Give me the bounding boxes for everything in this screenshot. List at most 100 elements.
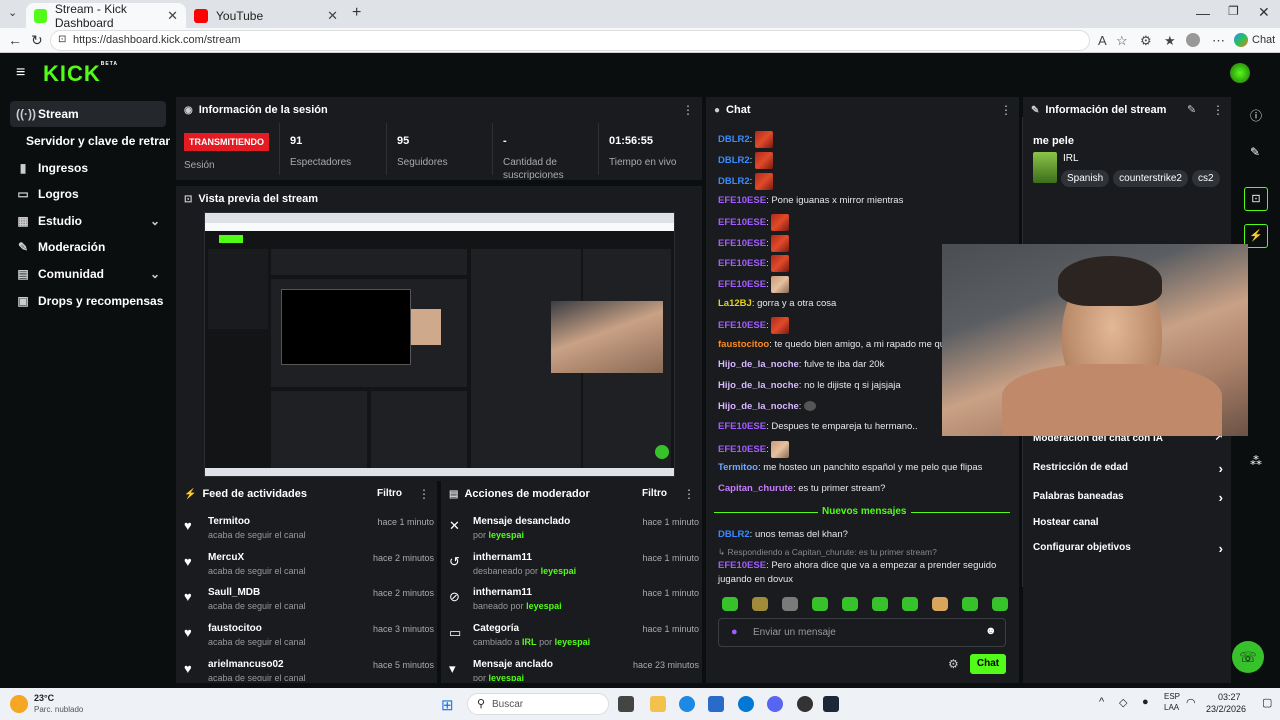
hamburger-menu-icon[interactable]: ≡	[16, 64, 25, 82]
favorites-icon[interactable]: ★	[1164, 33, 1176, 49]
mod-menu-icon[interactable]: ⋮	[683, 487, 695, 501]
close-window-icon[interactable]: ✕	[1258, 4, 1270, 21]
wifi-icon[interactable]: ◠	[1186, 696, 1196, 709]
edge-alt-icon[interactable]	[738, 696, 754, 712]
menu-age-restriction[interactable]: Restricción de edad ›	[1033, 461, 1223, 476]
taskbar-search[interactable]: ⚲ Buscar	[467, 693, 609, 715]
chat-username[interactable]: DBLR2	[718, 134, 750, 145]
new-tab-button[interactable]: +	[352, 4, 361, 22]
restore-icon[interactable]: ❐	[1228, 4, 1239, 18]
sidebar-item-estudio[interactable]: ▦ Estudio ⌄	[10, 208, 166, 234]
info-icon[interactable]: ⓘ	[1250, 107, 1262, 124]
menu-set-goals[interactable]: Configurar objetivos ›	[1033, 541, 1223, 556]
start-icon[interactable]: ⊞	[441, 696, 454, 714]
edge-icon[interactable]	[679, 696, 695, 712]
emote-icon[interactable]	[902, 597, 918, 611]
chat-username[interactable]: EFE10ESE	[718, 195, 766, 206]
session-menu-icon[interactable]: ⋮	[682, 103, 694, 117]
emote-icon[interactable]	[992, 597, 1008, 611]
mod-user[interactable]: leyespai	[555, 637, 591, 647]
edit-pencil-icon[interactable]: ✎	[1250, 145, 1260, 159]
mic-icon[interactable]: ●	[731, 626, 738, 638]
sidebar-item-stream[interactable]: ((·)) Stream	[10, 101, 166, 127]
chat-username[interactable]: EFE10ESE	[718, 279, 766, 290]
sidebar-item-logros[interactable]: ▭ Logros	[10, 181, 166, 207]
feed-menu-icon[interactable]: ⋮	[418, 487, 430, 501]
file-explorer-icon[interactable]	[650, 696, 666, 712]
user-avatar[interactable]	[1230, 63, 1250, 83]
tab-kick-dashboard[interactable]: Stream - Kick Dashboard ✕	[26, 2, 186, 30]
chat-username[interactable]: Capitan_churute	[718, 483, 793, 494]
stream-info-menu-icon[interactable]: ⋮	[1212, 103, 1224, 117]
task-view-icon[interactable]	[618, 696, 634, 712]
emote-icon[interactable]	[932, 597, 948, 611]
kick-logo[interactable]: KICKBETA	[43, 61, 118, 87]
mod-action-name[interactable]: inthernam11	[473, 587, 532, 598]
tab-list-icon[interactable]: ⌄	[8, 6, 17, 19]
emote-icon[interactable]	[782, 597, 798, 611]
extensions-icon[interactable]: ⚙	[1140, 33, 1152, 49]
chat-username[interactable]: EFE10ESE	[718, 560, 766, 571]
chat-username[interactable]: Hijo_de_la_noche	[718, 380, 799, 391]
capture-icon[interactable]: ⊡	[1244, 187, 1268, 211]
category-name[interactable]: IRL	[1063, 153, 1079, 164]
apps-icon[interactable]: ⁂	[1250, 454, 1262, 468]
chat-username[interactable]: Hijo_de_la_noche	[718, 401, 799, 412]
favorite-star-icon[interactable]: ☆	[1116, 33, 1128, 49]
menu-host-channel[interactable]: Hostear canal	[1033, 517, 1223, 528]
chat-username[interactable]: EFE10ESE	[718, 258, 766, 269]
profile-avatar[interactable]	[1186, 33, 1200, 47]
tag[interactable]: cs2	[1191, 170, 1220, 187]
read-aloud-icon[interactable]: A	[1098, 33, 1107, 48]
mod-user[interactable]: leyespai	[526, 601, 562, 611]
mod-filter-button[interactable]: Filtro	[642, 488, 667, 499]
chat-username[interactable]: DBLR2	[718, 155, 750, 166]
language-indicator[interactable]: ESP	[1164, 692, 1180, 701]
refresh-icon[interactable]: ↻	[31, 32, 43, 49]
sidebar-item-comunidad[interactable]: ▤ Comunidad ⌄	[10, 261, 166, 287]
chat-username[interactable]: EFE10ESE	[718, 238, 766, 249]
category-thumbnail[interactable]	[1033, 152, 1057, 183]
edit-icon[interactable]: ✎	[1187, 103, 1196, 116]
emote-icon[interactable]	[752, 597, 768, 611]
menu-banned-words[interactable]: Palabras baneadas ›	[1033, 490, 1223, 505]
site-info-icon[interactable]: ⊡	[58, 34, 66, 45]
steam-icon[interactable]	[823, 696, 839, 712]
new-messages-label[interactable]: Nuevos mensajes	[818, 506, 911, 517]
sidebar-item-ingresos[interactable]: ▮ Ingresos	[10, 155, 166, 181]
clock-time[interactable]: 03:27	[1218, 692, 1241, 702]
chat-username[interactable]: La12BJ	[718, 298, 752, 309]
mod-action-name[interactable]: inthernam11	[473, 552, 532, 563]
stream-preview-video[interactable]	[204, 212, 675, 477]
chat-username[interactable]: EFE10ESE	[718, 320, 766, 331]
sidebar-item-moderacion[interactable]: ✎ Moderación	[10, 234, 166, 260]
copilot-icon[interactable]	[1234, 33, 1248, 47]
chat-settings-icon[interactable]: ⚙	[948, 657, 959, 671]
chat-username[interactable]: faustocitoo	[718, 339, 769, 350]
emote-icon[interactable]	[962, 597, 978, 611]
close-tab-icon[interactable]: ✕	[327, 8, 338, 24]
back-icon[interactable]: ←	[8, 32, 22, 48]
chat-username[interactable]: EFE10ESE	[718, 421, 766, 432]
mic-tray-icon[interactable]: ●	[1142, 696, 1149, 708]
chat-username[interactable]: Hijo_de_la_noche	[718, 359, 799, 370]
more-menu-icon[interactable]: ⋯	[1212, 33, 1225, 49]
chat-username[interactable]: Termitoo	[718, 462, 758, 473]
sidebar-item-server-key[interactable]: Servidor y clave de retransm	[20, 128, 170, 154]
send-chat-button[interactable]: Chat	[970, 654, 1006, 674]
emote-icon[interactable]	[842, 597, 858, 611]
feed-filter-button[interactable]: Filtro	[377, 488, 402, 499]
sidebar-item-drops[interactable]: ▣ Drops y recompensas	[10, 288, 166, 314]
mod-user[interactable]: leyespai	[489, 673, 525, 681]
feed-user[interactable]: arielmancuso02	[208, 659, 284, 670]
discord-icon[interactable]	[767, 696, 783, 712]
emote-icon[interactable]	[812, 597, 828, 611]
network-icon[interactable]: ◇	[1119, 696, 1127, 709]
chat-input-field[interactable]: ● Enviar un mensaje ☻	[718, 618, 1006, 647]
tray-chevron-icon[interactable]: ^	[1099, 696, 1104, 708]
store-icon[interactable]	[708, 696, 724, 712]
copilot-chat-button[interactable]: Chat	[1252, 34, 1275, 46]
weather-icon[interactable]	[10, 695, 28, 713]
feed-user[interactable]: MercuX	[208, 552, 244, 563]
emote-icon[interactable]	[872, 597, 888, 611]
